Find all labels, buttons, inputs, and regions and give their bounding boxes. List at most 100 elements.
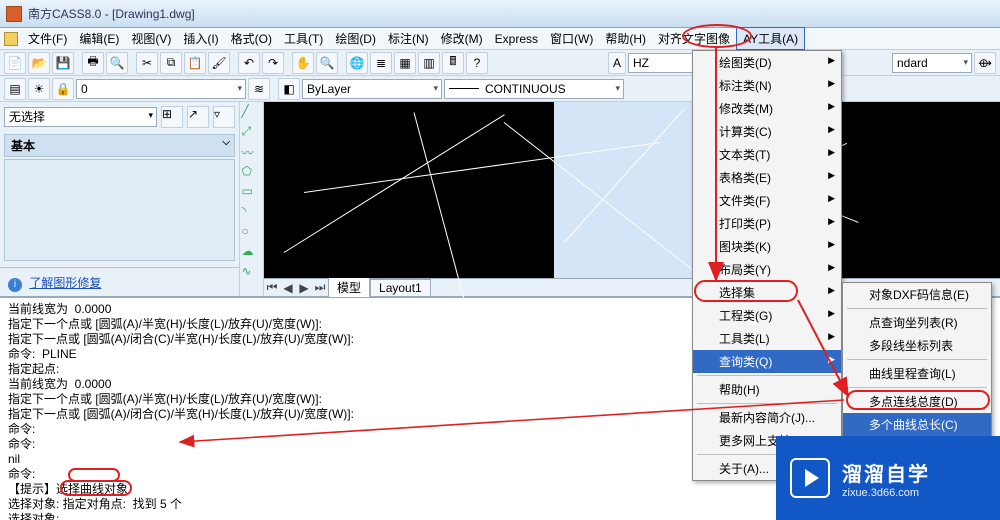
tab-last-icon[interactable]: ⏭: [312, 280, 328, 295]
rect-icon[interactable]: ▭: [242, 184, 262, 202]
preview-icon[interactable]: 🔍: [106, 52, 128, 74]
dimstyle-dropdown[interactable]: ndard: [892, 53, 972, 73]
help-icon[interactable]: ?: [466, 52, 488, 74]
menu-aytools[interactable]: AY工具(A): [736, 27, 805, 50]
mi-dim[interactable]: 标注类(N)▶: [693, 74, 841, 97]
menu-aligntext[interactable]: 对齐文字图像: [652, 28, 736, 49]
mi-news[interactable]: 最新内容简介(J)...: [693, 406, 841, 429]
revcloud-icon[interactable]: ☁: [242, 244, 262, 262]
copy-icon[interactable]: ⧉: [160, 52, 182, 74]
watermark: 溜溜自学 zixue.3d66.com: [776, 436, 1000, 520]
menu-draw[interactable]: 绘图(D): [329, 28, 382, 49]
menu-modify[interactable]: 修改(M): [435, 28, 489, 49]
font-value: HZ: [633, 56, 649, 70]
mi-dxf[interactable]: 对象DXF码信息(E): [843, 283, 991, 306]
cmd-line: nil: [8, 452, 20, 466]
model-canvas[interactable]: [264, 102, 554, 278]
layers-icon[interactable]: ≣: [370, 52, 392, 74]
mi-calc[interactable]: 计算类(C)▶: [693, 120, 841, 143]
viewport: ⏮ ◀ ▶ ⏭ 模型 Layout1: [264, 102, 1000, 296]
mi-selset[interactable]: 选择集▶: [693, 281, 841, 304]
prop-icon[interactable]: ▥: [418, 52, 440, 74]
mi-project[interactable]: 工程类(G)▶: [693, 304, 841, 327]
menu-tools[interactable]: 工具(T): [278, 28, 329, 49]
print-icon[interactable]: 🖶: [82, 52, 104, 74]
repair-link[interactable]: 了解图形修复: [29, 276, 101, 290]
layer-lock-icon[interactable]: 🔒: [52, 78, 74, 100]
match-icon[interactable]: 🖌: [208, 52, 230, 74]
collapse-icon[interactable]: ⌵: [222, 137, 230, 148]
menu-dim[interactable]: 标注(N): [382, 28, 435, 49]
layer-dropdown[interactable]: 0: [76, 79, 246, 99]
pan-icon[interactable]: ✋: [292, 52, 314, 74]
zoom-icon[interactable]: 🔍: [316, 52, 338, 74]
mi-pointlist[interactable]: 点查询坐列表(R): [843, 311, 991, 334]
menu-view[interactable]: 视图(V): [125, 28, 177, 49]
mi-block[interactable]: 图块类(K)▶: [693, 235, 841, 258]
new-icon[interactable]: 📄: [4, 52, 26, 74]
xline-icon[interactable]: ⤢: [242, 124, 262, 142]
dim-update-icon[interactable]: ⟴: [974, 52, 996, 74]
menu-separator: [847, 308, 987, 309]
selectobj-icon[interactable]: ↗: [187, 106, 209, 128]
mi-multipoint-len[interactable]: 多点连线总度(D): [843, 390, 991, 413]
open-icon[interactable]: 📂: [28, 52, 50, 74]
linetype-dropdown[interactable]: CONTINUOUS: [444, 79, 624, 99]
polygon-icon[interactable]: ⬠: [242, 164, 262, 182]
globe-icon[interactable]: 🌐: [346, 52, 368, 74]
chevron-right-icon: ▶: [828, 193, 835, 204]
mi-print[interactable]: 打印类(P)▶: [693, 212, 841, 235]
selection-dropdown[interactable]: 无选择: [4, 107, 157, 127]
mi-pline-list[interactable]: 多段线坐标列表: [843, 334, 991, 357]
menu-format[interactable]: 格式(O): [225, 28, 278, 49]
line-icon[interactable]: ╱: [242, 104, 262, 122]
mi-query[interactable]: 查询类(Q)▶: [693, 350, 841, 373]
color-icon[interactable]: ◧: [278, 78, 300, 100]
chevron-right-icon: ▶: [828, 308, 835, 319]
block-icon[interactable]: ▦: [394, 52, 416, 74]
save-icon[interactable]: 💾: [52, 52, 74, 74]
mi-multicurve-len[interactable]: 多个曲线总长(C): [843, 413, 991, 436]
tab-prev-icon[interactable]: ◀: [280, 281, 296, 295]
layer-sun-icon[interactable]: ☀: [28, 78, 50, 100]
menu-express[interactable]: Express: [489, 30, 544, 48]
paste-icon[interactable]: 📋: [184, 52, 206, 74]
tab-model[interactable]: 模型: [328, 277, 370, 298]
cut-icon[interactable]: ✂: [136, 52, 158, 74]
layerprev-icon[interactable]: ≋: [248, 78, 270, 100]
calc-icon[interactable]: 🖩: [442, 52, 464, 74]
tab-first-icon[interactable]: ⏮: [264, 280, 280, 295]
menu-window[interactable]: 窗口(W): [544, 28, 599, 49]
aytools-menu: 绘图类(D)▶ 标注类(N)▶ 修改类(M)▶ 计算类(C)▶ 文本类(T)▶ …: [692, 50, 842, 481]
textstyle-icon[interactable]: A: [608, 52, 626, 74]
color-bylayer-dropdown[interactable]: ByLayer: [302, 79, 442, 99]
mi-text[interactable]: 文本类(T)▶: [693, 143, 841, 166]
mi-file[interactable]: 文件类(F)▶: [693, 189, 841, 212]
menu-edit[interactable]: 编辑(E): [73, 28, 125, 49]
tab-next-icon[interactable]: ▶: [296, 281, 312, 295]
quickselect-icon[interactable]: ⊞: [161, 106, 183, 128]
chevron-right-icon: ▶: [828, 331, 835, 342]
mi-help[interactable]: 帮助(H): [693, 378, 841, 401]
mi-table[interactable]: 表格类(E)▶: [693, 166, 841, 189]
mi-chainage[interactable]: 曲线里程查询(L): [843, 362, 991, 385]
menu-help[interactable]: 帮助(H): [599, 28, 652, 49]
undo-icon[interactable]: ↶: [238, 52, 260, 74]
pline-icon[interactable]: 〰: [242, 144, 262, 162]
mi-layout[interactable]: 布局类(Y)▶: [693, 258, 841, 281]
arc-icon[interactable]: ◝: [242, 204, 262, 222]
basic-header[interactable]: 基本⌵: [4, 134, 235, 157]
redo-icon[interactable]: ↷: [262, 52, 284, 74]
layerman-icon[interactable]: ▤: [4, 78, 26, 100]
menu-file[interactable]: 文件(F): [22, 28, 73, 49]
spline-icon[interactable]: ∿: [242, 264, 262, 282]
menu-insert[interactable]: 插入(I): [177, 28, 224, 49]
mi-tool[interactable]: 工具类(L)▶: [693, 327, 841, 350]
mi-draw[interactable]: 绘图类(D)▶: [693, 51, 841, 74]
mi-modify[interactable]: 修改类(M)▶: [693, 97, 841, 120]
tab-layout1[interactable]: Layout1: [370, 279, 431, 297]
circle-icon[interactable]: ○: [242, 224, 262, 242]
repair-row: i 了解图形修复: [0, 270, 239, 296]
document-icon[interactable]: [4, 32, 18, 46]
filter-icon[interactable]: ▿: [213, 106, 235, 128]
